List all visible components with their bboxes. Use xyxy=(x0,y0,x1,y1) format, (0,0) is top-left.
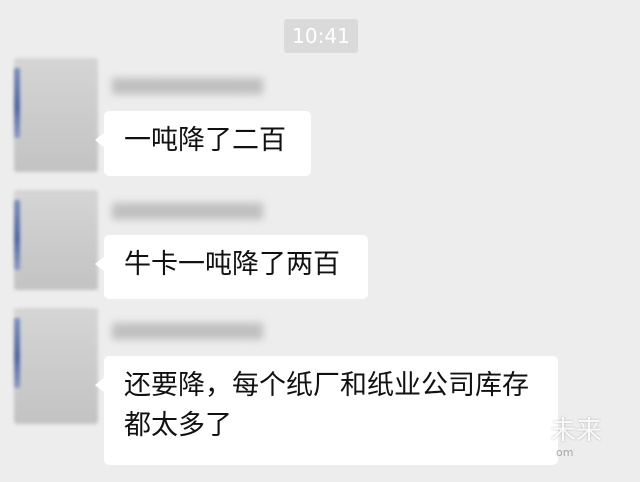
watermark-subtext: om xyxy=(556,446,574,459)
message-bubble[interactable]: 牛卡一吨降了两百 xyxy=(95,235,368,299)
message-bubble[interactable]: 一吨降了二百 xyxy=(95,111,311,176)
chat-area: 10:41 ██████████████ 一吨降了二百 ████████████… xyxy=(0,0,640,482)
sender-nickname-blurred: ██████████████ xyxy=(112,324,263,340)
avatar-edge xyxy=(14,68,20,138)
watermark: 未来 om xyxy=(550,416,640,466)
avatar-edge xyxy=(14,200,20,270)
avatar[interactable] xyxy=(14,58,98,172)
message-bubble[interactable]: 还要降，每个纸厂和纸业公司库存 都太多了 xyxy=(95,356,558,465)
avatar[interactable] xyxy=(14,308,98,424)
avatar-edge xyxy=(14,318,20,388)
avatar[interactable] xyxy=(14,190,98,290)
sender-nickname-blurred: ██████████████ xyxy=(112,204,263,220)
sender-nickname-blurred: ██████████████ xyxy=(112,79,263,95)
timestamp-label: 10:41 xyxy=(284,19,358,53)
